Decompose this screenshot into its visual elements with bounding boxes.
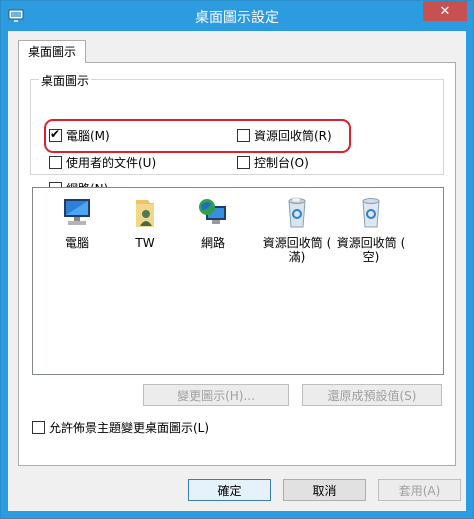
checkbox-control-panel-label: 控制台(O) [254,156,309,170]
checkbox-recycle-bin-label: 資源回收筒(R) [254,129,332,143]
checkbox-allow-themes[interactable]: 允許佈景主題變更桌面圖示(L) [32,419,209,436]
list-item-network[interactable]: 網路 [177,196,249,250]
checkbox-user-files-label: 使用者的文件(U) [66,156,157,170]
checkbox-control-panel[interactable]: 控制台(O) [237,154,309,171]
computer-icon [64,199,90,225]
list-item-recycle-bin-full[interactable]: 資源回收筒 ( 滿) [259,196,335,264]
list-item-user-folder-label: TW [135,236,155,250]
recycle-bin-empty-icon [362,198,380,228]
list-item-recycle-bin-full-label: 資源回收筒 ( 滿) [262,236,332,264]
apply-button[interactable]: 套用(A) [378,479,461,501]
checkbox-computer[interactable]: ✔ 電腦(M) [49,127,110,144]
change-icon-button[interactable]: 變更圖示(H)... [143,384,289,406]
close-button[interactable]: ✕ [423,1,467,21]
network-icon [199,199,226,224]
checkbox-user-files-box[interactable] [49,156,62,169]
checkbox-recycle-bin-box[interactable] [237,129,250,142]
list-item-computer-label: 電腦 [64,236,89,250]
recycle-bin-full-icon [288,197,306,228]
checkbox-allow-themes-label: 允許佈景主題變更桌面圖示(L) [49,421,210,435]
list-item-recycle-bin-empty-label: 資源回收筒 ( 空) [336,236,406,264]
restore-default-button[interactable]: 還原成預設值(S) [302,384,442,406]
window-title: 桌面圖示設定 [195,10,279,26]
checkbox-allow-themes-box[interactable] [32,421,45,434]
user-folder-icon [136,200,154,227]
title-bar[interactable]: 桌面圖示設定 ✕ [1,1,473,31]
list-item-computer[interactable]: 電腦 [41,196,113,250]
checkbox-user-files[interactable]: 使用者的文件(U) [49,154,156,171]
list-item-user-folder[interactable]: TW [109,196,181,250]
dialog-body: 桌面圖示 桌面圖示 ✔ 電腦(M) 資源回收筒(R) 使用者的文件(U) 控制台… [8,31,466,511]
checkmark-icon: ✔ [50,127,61,141]
checkbox-recycle-bin[interactable]: 資源回收筒(R) [237,127,332,144]
group-legend: 桌面圖示 [39,72,92,89]
desktop-icon-list[interactable]: 電腦 TW 網路 資源回收筒 (滿) 資源回收筒 (空) [32,187,444,375]
list-item-recycle-bin-empty[interactable]: 資源回收筒 ( 空) [333,196,409,264]
checkbox-computer-box[interactable]: ✔ [49,127,62,142]
checkbox-control-panel-box[interactable] [237,156,250,169]
cancel-button[interactable]: 取消 [283,479,366,501]
ok-button[interactable]: 確定 [188,479,271,501]
tab-desktop-icons[interactable]: 桌面圖示 [18,40,86,63]
tab-panel: 桌面圖示 ✔ 電腦(M) 資源回收筒(R) 使用者的文件(U) 控制台(O) 電… [18,62,456,466]
checkbox-computer-label: 電腦(M) [66,129,110,143]
list-item-network-label: 網路 [200,236,225,250]
dialog-window: 桌面圖示設定 ✕ 桌面圖示 桌面圖示 ✔ 電腦(M) 資源回收筒(R) 使用者的… [0,0,474,519]
